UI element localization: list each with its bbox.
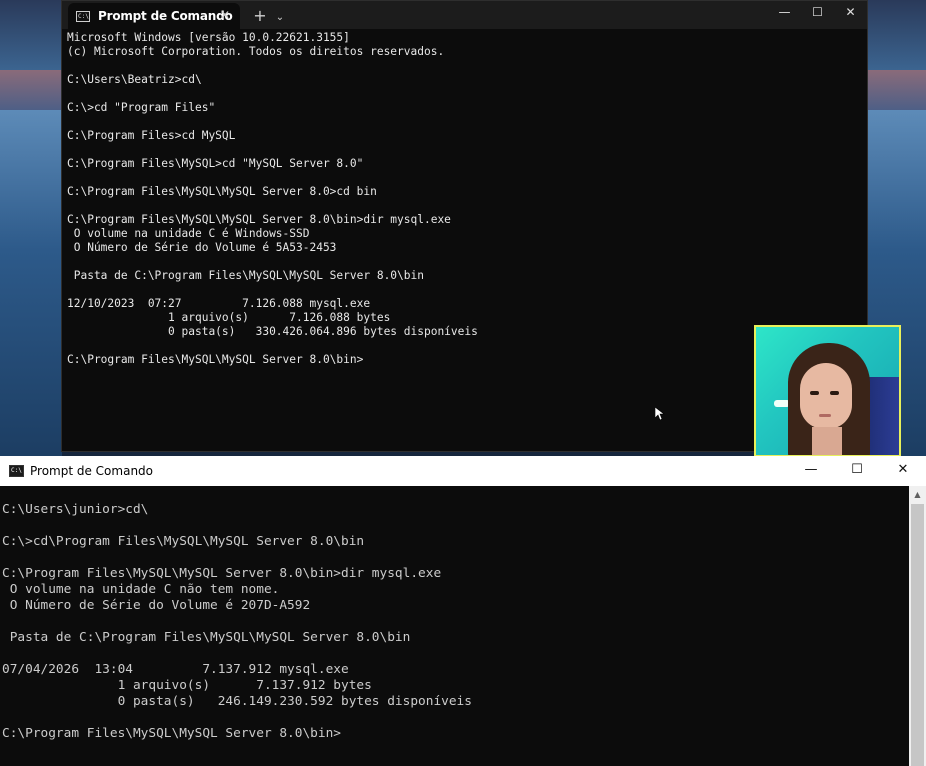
terminal-titlebar[interactable]: C:\ Prompt de Comando ✕ + ⌄ — ☐ ✕	[62, 1, 867, 29]
console-line: Pasta de C:\Program Files\MySQL\MySQL Se…	[2, 630, 411, 645]
presenter-mouth	[819, 414, 831, 417]
console-line: C:\>cd "Program Files"	[67, 101, 216, 114]
console-window-controls: — ☐ ✕	[788, 456, 926, 486]
scrollbar-thumb[interactable]	[911, 504, 924, 766]
console-maximize-button[interactable]: ☐	[834, 456, 880, 486]
presenter-face	[800, 363, 852, 429]
console-line: C:\Users\junior>cd\	[2, 502, 149, 517]
console-title: Prompt de Comando	[30, 464, 154, 478]
console-line: O Número de Série do Volume é 5A53-2453	[67, 241, 337, 254]
tab-dropdown-button[interactable]: ⌄	[272, 12, 288, 23]
console-line: 07/04/2026 13:04 7.137.912 mysql.exe	[2, 662, 349, 677]
console-line: O volume na unidade C é Windows-SSD	[67, 227, 310, 240]
wallpaper-sea-left	[0, 110, 62, 460]
wallpaper-sky-left	[0, 70, 62, 110]
console-line: 12/10/2023 07:27 7.126.088 mysql.exe	[67, 297, 371, 310]
console-line: C:\Program Files\MySQL\MySQL Server 8.0>…	[67, 185, 377, 198]
terminal-output[interactable]: Microsoft Windows [versão 10.0.22621.315…	[67, 31, 857, 446]
terminal-minimize-button[interactable]: —	[768, 1, 801, 25]
console-titlebar[interactable]: C:\ Prompt de Comando — ☐ ✕	[0, 456, 926, 486]
tab-close-icon[interactable]: ✕	[220, 8, 230, 22]
presenter-eye	[830, 391, 839, 395]
scroll-up-icon[interactable]: ▲	[909, 486, 926, 503]
new-tab-button[interactable]: +	[250, 6, 270, 25]
console-line: 1 arquivo(s) 7.137.912 bytes	[2, 678, 372, 693]
console-line: 0 pasta(s) 246.149.230.592 bytes disponí…	[2, 694, 472, 709]
console-line: O Número de Série do Volume é 207D-A592	[2, 598, 311, 613]
console-output[interactable]: C:\Users\junior>cd\ C:\>cd\Program Files\…	[2, 502, 907, 766]
console-line: Pasta de C:\Program Files\MySQL\MySQL Se…	[67, 269, 424, 282]
console-line: 0 pasta(s) 330.426.064.896 bytes disponí…	[67, 325, 478, 338]
console-line: Microsoft Windows [versão 10.0.22621.315…	[67, 31, 350, 44]
console-line: C:\Program Files\MySQL\MySQL Server 8.0\…	[2, 566, 442, 581]
console-line: C:\Program Files\MySQL\MySQL Server 8.0\…	[2, 726, 341, 741]
mouse-pointer-icon	[655, 407, 665, 421]
presenter-eye	[810, 391, 819, 395]
console-minimize-button[interactable]: —	[788, 456, 834, 486]
terminal-maximize-button[interactable]: ☐	[801, 1, 834, 25]
console-line: (c) Microsoft Corporation. Todos os dire…	[67, 45, 445, 58]
console-line: C:\Program Files\MySQL>cd "MySQL Server …	[67, 157, 364, 170]
wallpaper-sky-right	[868, 70, 926, 110]
tab-title: Prompt de Comando	[98, 9, 233, 23]
command-prompt-window: C:\ Prompt de Comando — ☐ ✕ C:\Users\jun…	[0, 456, 926, 766]
console-line: C:\Program Files\MySQL\MySQL Server 8.0\…	[67, 213, 451, 226]
console-line: C:\>cd\Program Files\MySQL\MySQL Server …	[2, 534, 365, 549]
terminal-window-controls: — ☐ ✕	[768, 1, 867, 25]
console-line: C:\Users\Beatriz>cd\	[67, 73, 202, 86]
console-line: C:\Program Files\MySQL\MySQL Server 8.0\…	[67, 353, 364, 366]
console-scrollbar[interactable]: ▲	[909, 486, 926, 766]
console-line: C:\Program Files>cd MySQL	[67, 129, 236, 142]
presenter-neck	[812, 427, 842, 455]
command-prompt-icon: C:\	[9, 465, 24, 477]
webcam-overlay	[754, 325, 901, 457]
console-line: O volume na unidade C não tem nome.	[2, 582, 280, 597]
terminal-close-button[interactable]: ✕	[834, 1, 867, 25]
console-line: 1 arquivo(s) 7.126.088 bytes	[67, 311, 391, 324]
windows-terminal-window: C:\ Prompt de Comando ✕ + ⌄ — ☐ ✕ Micros…	[61, 0, 868, 452]
terminal-tab[interactable]: C:\ Prompt de Comando ✕	[68, 3, 240, 29]
command-prompt-icon: C:\	[76, 10, 90, 22]
console-close-button[interactable]: ✕	[880, 456, 926, 486]
